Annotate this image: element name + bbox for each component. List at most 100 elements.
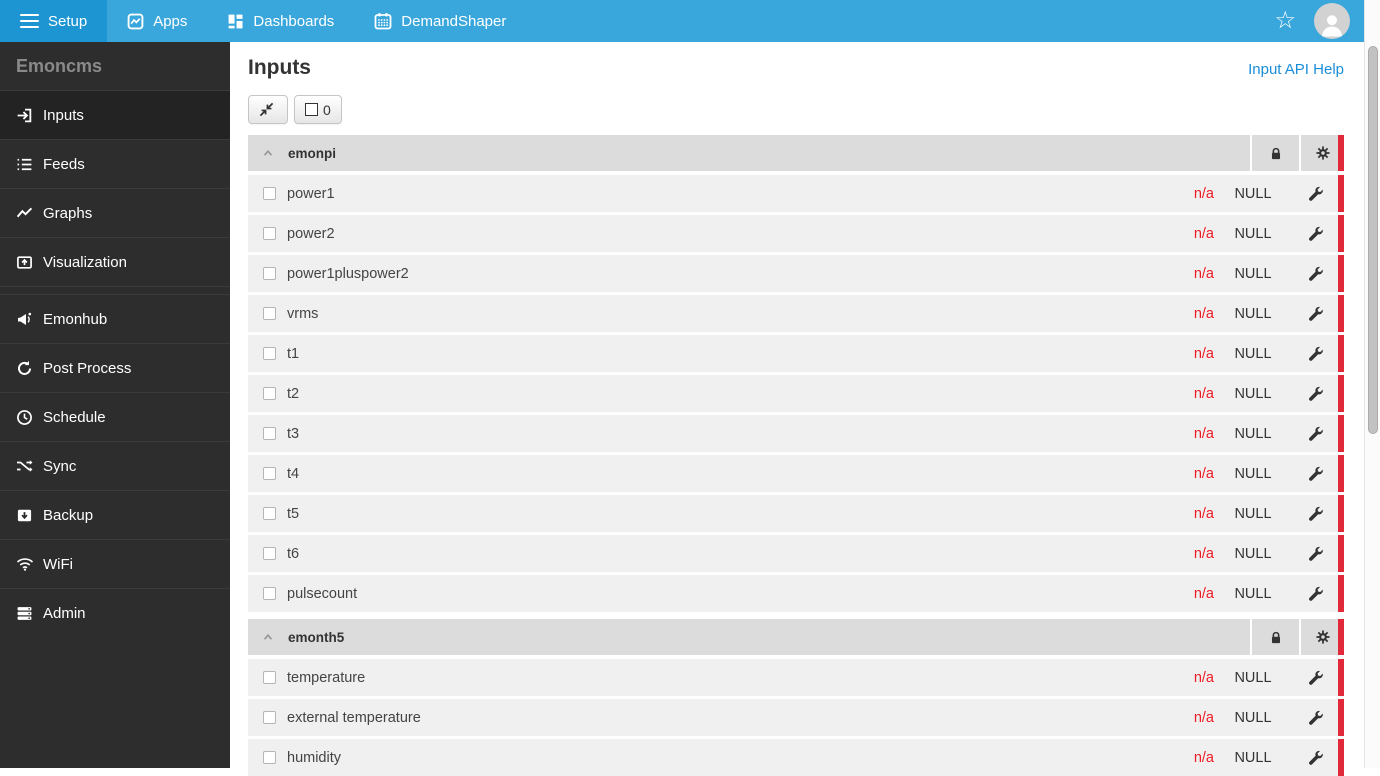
- input-last-updated: NULL: [1234, 225, 1272, 242]
- input-name: temperature: [287, 669, 366, 686]
- nav-tab-setup[interactable]: Setup: [0, 0, 108, 42]
- status-redbar: [1338, 375, 1344, 412]
- sidebar-item-schedule[interactable]: Schedule: [0, 392, 230, 441]
- status-redbar: [1338, 335, 1344, 372]
- sidebar-item-graphs[interactable]: Graphs: [0, 188, 230, 237]
- clock-icon: [15, 409, 34, 426]
- input-name: power1: [287, 185, 335, 202]
- row-config-button[interactable]: [1292, 750, 1344, 765]
- row-config-button[interactable]: [1292, 710, 1344, 725]
- input-last-updated: NULL: [1234, 709, 1272, 726]
- row-checkbox[interactable]: [263, 387, 276, 400]
- row-config-button[interactable]: [1292, 466, 1344, 481]
- sidebar-item-wifi[interactable]: WiFi: [0, 539, 230, 588]
- collapse-group-chevron-icon[interactable]: [248, 146, 288, 160]
- collapse-group-chevron-icon[interactable]: [248, 630, 288, 644]
- row-config-button[interactable]: [1292, 226, 1344, 241]
- input-api-help-link[interactable]: Input API Help: [1248, 61, 1344, 78]
- group-lock-button[interactable]: [1250, 619, 1299, 655]
- nav-tab-apps[interactable]: Apps: [107, 0, 207, 42]
- sidebar-item-post-process[interactable]: Post Process: [0, 343, 230, 392]
- sidebar-item-label: Post Process: [43, 359, 132, 377]
- row-checkbox[interactable]: [263, 187, 276, 200]
- row-checkbox[interactable]: [263, 427, 276, 440]
- status-redbar: [1338, 535, 1344, 572]
- status-redbar: [1338, 575, 1344, 612]
- user-icon: [1322, 15, 1342, 37]
- sidebar-item-label: Visualization: [43, 253, 127, 271]
- sidebar-item-visualization[interactable]: Visualization: [0, 237, 230, 286]
- row-config-button[interactable]: [1292, 266, 1344, 281]
- input-group-header: emonpi: [248, 135, 1344, 171]
- wrench-icon: [1308, 506, 1323, 521]
- row-checkbox[interactable]: [263, 467, 276, 480]
- row-checkbox[interactable]: [263, 751, 276, 764]
- input-name: power1pluspower2: [287, 265, 409, 282]
- input-last-updated: NULL: [1234, 265, 1272, 282]
- status-redbar: [1338, 175, 1344, 212]
- nav-tab-label: Apps: [153, 12, 188, 30]
- inputs-toolbar: 0: [248, 95, 1344, 124]
- select-all-button[interactable]: 0: [294, 95, 342, 124]
- row-checkbox[interactable]: [263, 347, 276, 360]
- wrench-icon: [1308, 710, 1323, 725]
- input-name: t3: [287, 425, 300, 442]
- sidebar-item-admin[interactable]: Admin: [0, 588, 230, 637]
- nav-tab-demandshaper[interactable]: DemandShaper: [354, 0, 526, 42]
- row-config-button[interactable]: [1292, 346, 1344, 361]
- group-lock-button[interactable]: [1250, 135, 1299, 171]
- row-config-button[interactable]: [1292, 546, 1344, 561]
- input-row: pulsecount n/a NULL: [248, 575, 1344, 612]
- row-checkbox[interactable]: [263, 267, 276, 280]
- input-last-updated: NULL: [1234, 669, 1272, 686]
- input-row: t4 n/a NULL: [248, 455, 1344, 492]
- input-row: power1 n/a NULL: [248, 175, 1344, 212]
- input-value: n/a: [1193, 505, 1214, 522]
- sidebar-item-emonhub[interactable]: Emonhub: [0, 294, 230, 343]
- input-row: t5 n/a NULL: [248, 495, 1344, 532]
- row-config-button[interactable]: [1292, 506, 1344, 521]
- sidebar-item-feeds[interactable]: Feeds: [0, 139, 230, 188]
- page-title: Inputs: [248, 56, 311, 79]
- row-checkbox[interactable]: [263, 671, 276, 684]
- input-row: t6 n/a NULL: [248, 535, 1344, 572]
- nav-tab-label: Setup: [48, 12, 88, 30]
- sidebar-item-inputs[interactable]: Inputs: [0, 90, 230, 139]
- lock-icon: [1271, 631, 1280, 643]
- row-config-button[interactable]: [1292, 670, 1344, 685]
- row-config-button[interactable]: [1292, 426, 1344, 441]
- row-config-button[interactable]: [1292, 586, 1344, 601]
- star-icon[interactable]: ☆: [1274, 9, 1296, 33]
- input-row: t3 n/a NULL: [248, 415, 1344, 452]
- row-checkbox[interactable]: [263, 587, 276, 600]
- user-avatar[interactable]: [1314, 3, 1350, 39]
- row-checkbox[interactable]: [263, 307, 276, 320]
- menu-icon: [20, 10, 39, 32]
- apps-icon: [127, 13, 144, 29]
- gear-icon: [1315, 630, 1330, 644]
- select-all-checkbox-icon: [305, 103, 318, 116]
- sidebar-item-label: Backup: [43, 506, 94, 524]
- wrench-icon: [1308, 466, 1323, 481]
- nav-tab-label: DemandShaper: [401, 12, 507, 30]
- row-checkbox[interactable]: [263, 227, 276, 240]
- page-scrollbar[interactable]: [1364, 0, 1380, 768]
- row-checkbox[interactable]: [263, 507, 276, 520]
- collapse-all-button[interactable]: [248, 95, 288, 124]
- row-checkbox[interactable]: [263, 711, 276, 724]
- row-config-button[interactable]: [1292, 306, 1344, 321]
- row-config-button[interactable]: [1292, 186, 1344, 201]
- row-config-button[interactable]: [1292, 386, 1344, 401]
- inputs-table: emonpi power1 n/a NULL power2 n/a NULL p…: [248, 135, 1344, 776]
- sidebar-item-backup[interactable]: Backup: [0, 490, 230, 539]
- row-checkbox[interactable]: [263, 547, 276, 560]
- nav-tab-dashboards[interactable]: Dashboards: [207, 0, 354, 42]
- sidebar-item-sync[interactable]: Sync: [0, 441, 230, 490]
- scrollbar-thumb[interactable]: [1368, 46, 1378, 434]
- input-value: n/a: [1193, 585, 1214, 602]
- input-name: humidity: [287, 749, 341, 766]
- lock-icon: [1271, 147, 1280, 159]
- input-last-updated: NULL: [1234, 749, 1272, 766]
- wrench-icon: [1308, 386, 1323, 401]
- input-value: n/a: [1193, 749, 1214, 766]
